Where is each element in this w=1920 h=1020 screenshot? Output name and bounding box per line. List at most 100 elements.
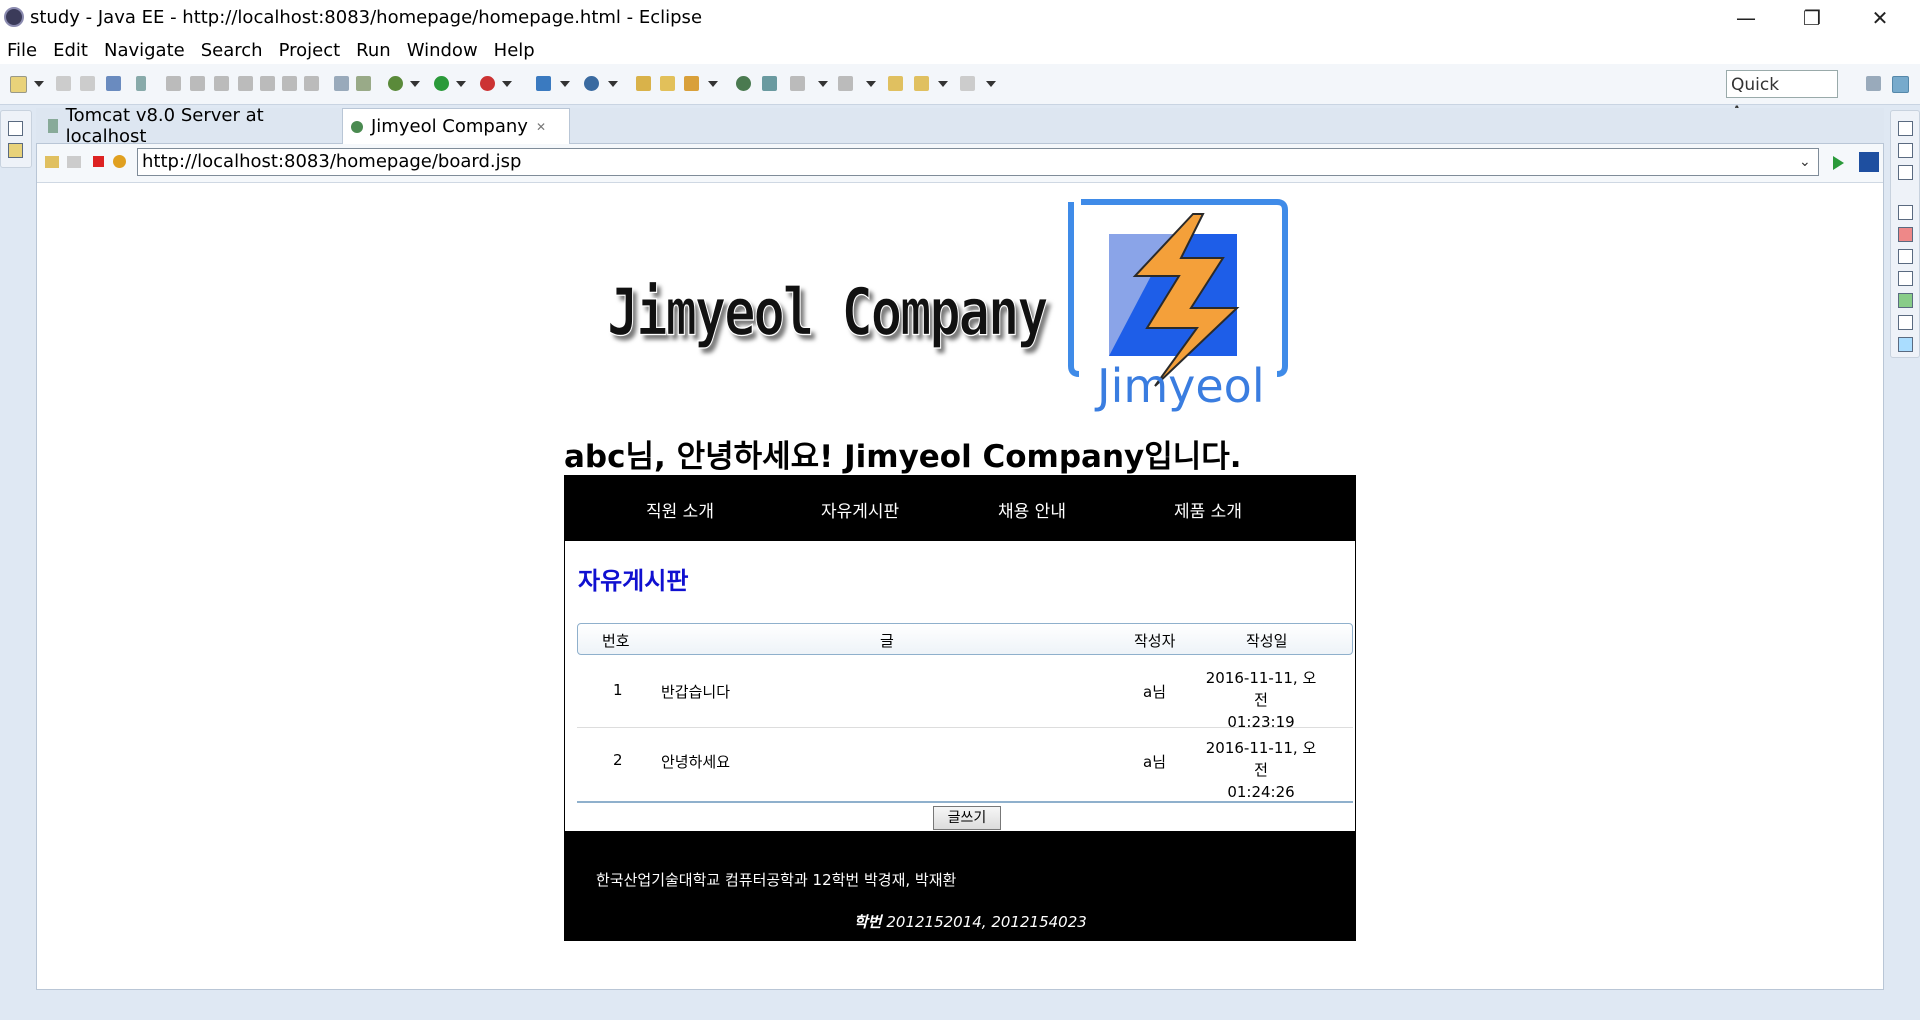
menu-window[interactable]: Window bbox=[399, 40, 486, 61]
new-server-icon[interactable] bbox=[536, 76, 551, 91]
terminate-icon[interactable] bbox=[214, 76, 229, 91]
menu-bar: File Edit Navigate Search Project Run Wi… bbox=[0, 36, 1920, 64]
new-server-dropdown-icon[interactable] bbox=[560, 81, 570, 87]
new-icon[interactable] bbox=[10, 76, 27, 93]
menu-file[interactable]: File bbox=[0, 40, 45, 61]
task-list-icon[interactable] bbox=[1898, 165, 1913, 180]
row-title-link[interactable]: 안녕하세요 bbox=[661, 751, 730, 772]
annotation-icon[interactable] bbox=[762, 76, 777, 91]
new-java-class-icon[interactable] bbox=[584, 76, 599, 91]
search-icon[interactable] bbox=[684, 76, 699, 91]
table-row[interactable]: 2 안녕하세요 a님 2016-11-11, 오전 01:24:26 bbox=[577, 727, 1353, 801]
drop-to-frame-icon[interactable] bbox=[334, 76, 349, 91]
go-icon[interactable] bbox=[1833, 156, 1844, 170]
menu-project[interactable]: Project bbox=[271, 40, 349, 61]
row-date: 2016-11-11, 오전 01:23:19 bbox=[1201, 667, 1321, 733]
new-class-dropdown-icon[interactable] bbox=[608, 81, 618, 87]
tab-tomcat-server[interactable]: Tomcat v8.0 Server at localhost bbox=[40, 105, 340, 147]
resume-icon[interactable] bbox=[166, 76, 181, 91]
nav-staff[interactable]: 직원 소개 bbox=[646, 497, 714, 522]
run-icon[interactable] bbox=[434, 76, 449, 91]
url-input[interactable]: http://localhost:8083/homepage/board.jsp bbox=[137, 148, 1819, 176]
close-tab-icon[interactable]: ✕ bbox=[536, 120, 546, 134]
menu-search[interactable]: Search bbox=[193, 40, 271, 61]
run-dropdown-icon[interactable] bbox=[456, 81, 466, 87]
write-post-button[interactable]: 글쓰기 bbox=[933, 806, 1001, 830]
url-history-dropdown-icon[interactable]: ⌄ bbox=[1799, 154, 1811, 170]
menu-edit[interactable]: Edit bbox=[45, 40, 96, 61]
step-into-icon[interactable] bbox=[260, 76, 275, 91]
row-title-link[interactable]: 반갑습니다 bbox=[661, 681, 730, 702]
properties-icon[interactable] bbox=[1898, 249, 1913, 264]
quick-access-input[interactable]: Quick Access bbox=[1726, 70, 1838, 123]
debug-icon[interactable] bbox=[388, 76, 403, 91]
menu-run[interactable]: Run bbox=[348, 40, 399, 61]
save-icon[interactable] bbox=[56, 76, 71, 91]
logo-text: Jimyeol Company bbox=[607, 275, 1050, 351]
table-bottom-border bbox=[577, 801, 1353, 803]
console-icon[interactable] bbox=[1898, 337, 1913, 352]
skip-breakpoints-icon[interactable] bbox=[136, 76, 146, 91]
next-annotation-icon[interactable] bbox=[790, 76, 805, 91]
menu-help[interactable]: Help bbox=[486, 40, 543, 61]
site-footer: 한국산업기술대학교 컴퓨터공학과 12학번 박경재, 박재환 학번 201215… bbox=[564, 831, 1356, 941]
new-dropdown-icon[interactable] bbox=[34, 81, 44, 87]
open-task-icon[interactable] bbox=[660, 76, 675, 91]
restore-button[interactable]: ❐ bbox=[1782, 0, 1842, 36]
tab-jimyeol-company[interactable]: Jimyeol Company ✕ bbox=[342, 108, 570, 144]
close-window-button[interactable]: ✕ bbox=[1850, 0, 1910, 36]
nav-recruit[interactable]: 채용 안내 bbox=[998, 497, 1066, 522]
header-author: 작성자 bbox=[1134, 632, 1176, 650]
forward-dropdown-icon[interactable] bbox=[986, 81, 996, 87]
restore-view-icon[interactable] bbox=[1898, 121, 1913, 136]
menu-navigate[interactable]: Navigate bbox=[96, 40, 193, 61]
nav-board[interactable]: 자유게시판 bbox=[821, 497, 899, 522]
markers-icon[interactable] bbox=[1898, 227, 1913, 242]
servers-icon[interactable] bbox=[1898, 271, 1913, 286]
back-dropdown-icon[interactable] bbox=[938, 81, 948, 87]
disconnect-icon[interactable] bbox=[238, 76, 253, 91]
back-icon[interactable] bbox=[914, 76, 929, 91]
open-type-icon[interactable] bbox=[636, 76, 651, 91]
right-trim-bar bbox=[1890, 110, 1920, 358]
restore-view-icon[interactable] bbox=[1898, 205, 1913, 220]
project-explorer-icon[interactable] bbox=[8, 143, 23, 158]
nav-products[interactable]: 제품 소개 bbox=[1174, 497, 1242, 522]
row-date-day: 2016-11-11, 오전 bbox=[1205, 739, 1317, 779]
step-return-icon[interactable] bbox=[304, 76, 319, 91]
logo-caption: Jimyeol bbox=[1097, 359, 1265, 413]
external-tools-icon[interactable] bbox=[480, 76, 495, 91]
table-row[interactable]: 1 반갑습니다 a님 2016-11-11, 오전 01:23:19 bbox=[577, 657, 1353, 731]
restore-view-icon[interactable] bbox=[8, 121, 23, 136]
snippets-icon[interactable] bbox=[1898, 315, 1913, 330]
footer-credits: 한국산업기술대학교 컴퓨터공학과 12학번 박경재, 박재환 bbox=[596, 871, 957, 889]
external-tools-dropdown-icon[interactable] bbox=[502, 81, 512, 87]
prev-annotation-icon[interactable] bbox=[838, 76, 853, 91]
open-perspective-icon[interactable] bbox=[1866, 76, 1881, 91]
data-source-icon[interactable] bbox=[1898, 293, 1913, 308]
open-external-browser-icon[interactable] bbox=[1859, 152, 1879, 172]
toolbar bbox=[0, 64, 1920, 105]
row-author: a님 bbox=[1143, 683, 1166, 701]
forward-icon[interactable] bbox=[960, 76, 975, 91]
stop-icon[interactable] bbox=[93, 156, 104, 167]
globe-icon[interactable] bbox=[736, 76, 751, 91]
terminal-icon[interactable] bbox=[106, 76, 121, 91]
outline-icon[interactable] bbox=[1898, 143, 1913, 158]
step-over-icon[interactable] bbox=[282, 76, 297, 91]
prev-annotation-dropdown-icon[interactable] bbox=[866, 81, 876, 87]
suspend-icon[interactable] bbox=[190, 76, 205, 91]
save-all-icon[interactable] bbox=[80, 76, 95, 91]
forward-icon[interactable] bbox=[67, 156, 81, 168]
footer-student-id-label: 학번 bbox=[854, 913, 882, 931]
debug-dropdown-icon[interactable] bbox=[410, 81, 420, 87]
tab-label: Jimyeol Company bbox=[371, 116, 528, 137]
minimize-button[interactable]: — bbox=[1716, 0, 1776, 36]
search-dropdown-icon[interactable] bbox=[708, 81, 718, 87]
refresh-icon[interactable] bbox=[113, 155, 126, 168]
last-edit-icon[interactable] bbox=[888, 76, 903, 91]
java-ee-perspective-icon[interactable] bbox=[1892, 76, 1909, 93]
next-annotation-dropdown-icon[interactable] bbox=[818, 81, 828, 87]
back-icon[interactable] bbox=[45, 156, 59, 168]
use-step-filters-icon[interactable] bbox=[356, 76, 371, 91]
